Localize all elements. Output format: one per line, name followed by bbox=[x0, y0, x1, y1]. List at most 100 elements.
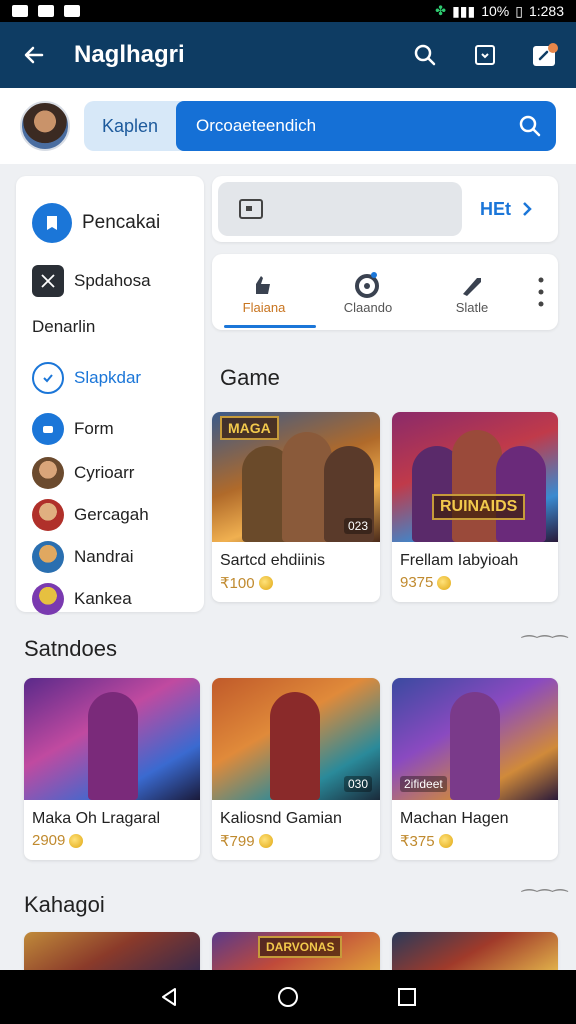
game-price: ₹100 bbox=[212, 574, 380, 592]
game-name: Kaliosnd Gamian bbox=[220, 810, 342, 827]
app-icon: ✤ bbox=[435, 3, 447, 18]
tab-claando[interactable]: Claando bbox=[316, 254, 420, 330]
arrow-left-icon bbox=[24, 46, 44, 64]
promo-more-label: HEt bbox=[480, 198, 511, 219]
category-tabs: Flaiana Claando Slatle bbox=[212, 254, 558, 330]
coin-icon bbox=[437, 575, 452, 590]
sidebar-item-label: Pencakai bbox=[82, 212, 161, 233]
circle-home-icon bbox=[277, 987, 298, 1007]
game-thumbnail: 030 bbox=[212, 678, 380, 800]
character-art bbox=[270, 692, 320, 800]
profile-search-row: Kaplen Orcoaeteendich bbox=[0, 88, 576, 164]
nav-back-button[interactable] bbox=[149, 977, 189, 1017]
hand-icon bbox=[251, 270, 277, 300]
coin-icon bbox=[258, 576, 273, 590]
calendar-button[interactable] bbox=[470, 40, 500, 70]
avatar[interactable] bbox=[20, 101, 70, 151]
battery-level: 10% bbox=[481, 3, 510, 19]
bookmark-icon bbox=[32, 203, 72, 243]
section-title-satndoes: Satndoes bbox=[24, 636, 117, 661]
search-icon bbox=[414, 44, 436, 66]
tab-label: Flaiana bbox=[242, 299, 286, 315]
sidebar: Pencakai Spdahosa Denarlin Slapkdar Form… bbox=[16, 176, 204, 615]
sidebar-item-label: Slapkdar bbox=[74, 368, 142, 387]
sidebar-item-label: Nandrai bbox=[74, 547, 134, 566]
section-more-button[interactable]: ⁀⁀⁀ bbox=[522, 636, 568, 657]
game-card[interactable] bbox=[24, 932, 200, 970]
edit-icon bbox=[533, 43, 558, 66]
sidebar-item-slapkdar[interactable]: Slapkdar bbox=[16, 350, 204, 406]
game-card[interactable]: 030 Kaliosnd Gamian ₹799 bbox=[212, 678, 380, 860]
game-badge: 030 bbox=[343, 776, 372, 792]
battery-icon: ▯ bbox=[515, 2, 523, 19]
sidebar-item-denarlin[interactable]: Denarlin bbox=[16, 304, 204, 350]
chevron-right-icon bbox=[523, 202, 532, 216]
game-card[interactable]: RUINAIDS Frellam Iabyioah 9375 bbox=[392, 412, 558, 602]
page-title: Naglhagri bbox=[74, 41, 185, 68]
nav-home-button[interactable] bbox=[268, 977, 308, 1017]
notification-icon bbox=[12, 5, 28, 17]
game-card[interactable]: 2ifideet Machan Hagen ₹375 bbox=[392, 678, 558, 860]
nav-recents-button[interactable] bbox=[387, 977, 427, 1017]
more-vertical-icon bbox=[538, 277, 544, 307]
game-logo: DARVONAS bbox=[258, 936, 343, 958]
avatar-icon bbox=[32, 583, 64, 615]
search-placeholder: Orcoaeteendich bbox=[196, 116, 317, 135]
tab-slatle[interactable]: Slatle bbox=[420, 254, 524, 330]
section-title-game: Game bbox=[220, 365, 280, 390]
avatar-icon bbox=[32, 541, 64, 573]
signal-icon: ▮▮▮ bbox=[452, 2, 476, 19]
sidebar-item-kankea[interactable]: Kankea bbox=[16, 578, 204, 620]
game-price: ₹799 bbox=[212, 832, 380, 850]
back-button[interactable] bbox=[16, 37, 52, 73]
price-value: 2909 bbox=[32, 832, 66, 849]
search-bar: Kaplen Orcoaeteendich bbox=[84, 101, 556, 151]
badge-icon bbox=[32, 362, 64, 394]
tab-label: Slatle bbox=[455, 299, 489, 315]
tab-flaiana[interactable]: Flaiana bbox=[212, 254, 316, 330]
calendar-icon bbox=[475, 45, 495, 65]
game-price: ₹375 bbox=[392, 832, 558, 850]
sidebar-item-gercagah[interactable]: Gercagah bbox=[16, 494, 204, 536]
search-input[interactable]: Orcoaeteendich bbox=[176, 101, 556, 151]
game-card[interactable]: DARVONAS bbox=[212, 932, 380, 970]
game-badge: 2ifideet bbox=[400, 776, 447, 792]
game-name: Maka Oh Lragaral bbox=[32, 810, 161, 827]
square-recents-icon bbox=[397, 988, 416, 1006]
coin-icon bbox=[258, 834, 273, 848]
price-value: ₹100 bbox=[220, 575, 255, 592]
game-thumbnail bbox=[24, 678, 200, 800]
image-icon bbox=[239, 199, 263, 219]
search-button[interactable] bbox=[410, 40, 440, 70]
tabs-overflow-button[interactable] bbox=[524, 254, 558, 330]
game-thumbnail: RUINAIDS bbox=[392, 412, 558, 542]
sidebar-item-label: Kankea bbox=[74, 589, 132, 608]
avatar-icon bbox=[32, 457, 64, 489]
sidebar-item-nandrai[interactable]: Nandrai bbox=[16, 536, 204, 578]
notification-icon bbox=[38, 5, 54, 17]
system-nav-bar bbox=[0, 970, 576, 1024]
game-logo: RUINAIDS bbox=[432, 494, 526, 520]
search-icon[interactable] bbox=[518, 114, 542, 138]
sidebar-item-cyrioarr[interactable]: Cyrioarr bbox=[16, 452, 204, 494]
sidebar-item-pencakai[interactable]: Pencakai bbox=[16, 188, 204, 258]
game-card[interactable]: MAGA 023 Sartcd ehdiinis ₹100 bbox=[212, 412, 380, 602]
price-value: 9375 bbox=[400, 574, 434, 591]
coin-icon bbox=[438, 834, 453, 848]
sidebar-item-label: Spdahosa bbox=[74, 271, 151, 290]
section-more-button[interactable]: ⁀⁀⁀ bbox=[522, 890, 568, 911]
sidebar-item-form[interactable]: Form bbox=[16, 406, 204, 452]
game-card[interactable] bbox=[392, 932, 558, 970]
app-bar: Naglhagri bbox=[0, 22, 576, 88]
search-scope-tag[interactable]: Kaplen bbox=[84, 116, 176, 137]
character-art bbox=[450, 692, 500, 800]
promo-banner[interactable]: HEt bbox=[212, 176, 558, 242]
coin-icon bbox=[69, 833, 84, 848]
game-card[interactable]: Maka Oh Lragaral 2909 bbox=[24, 678, 200, 860]
promo-more-link[interactable]: HEt bbox=[480, 199, 533, 220]
edit-button[interactable] bbox=[530, 40, 560, 70]
target-icon bbox=[354, 270, 382, 300]
game-badge: 023 bbox=[343, 518, 372, 534]
game-thumbnail: 2ifideet bbox=[392, 678, 558, 800]
sidebar-item-spdahosa[interactable]: Spdahosa bbox=[16, 258, 204, 304]
